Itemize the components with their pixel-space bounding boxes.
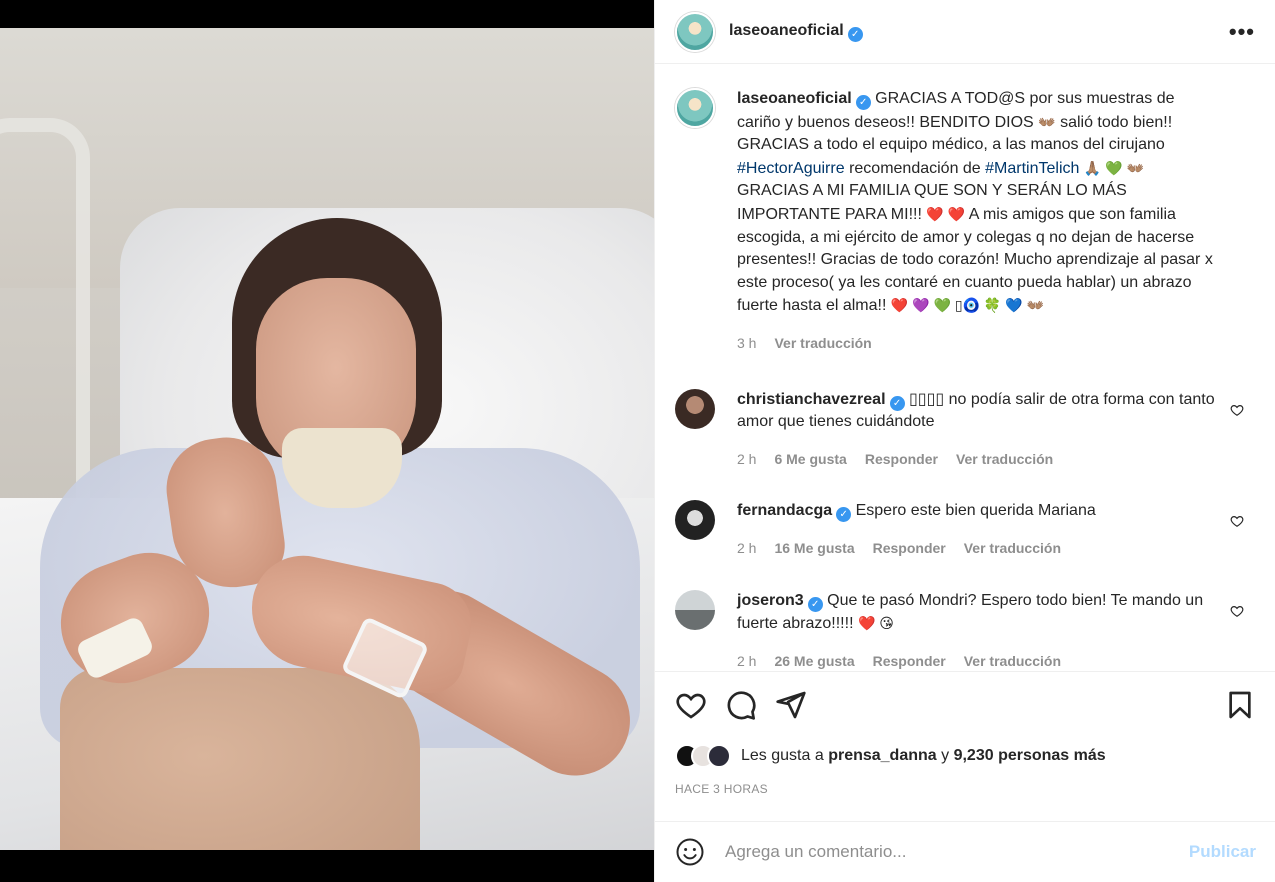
- translate-link[interactable]: Ver traducción: [956, 448, 1053, 471]
- caption-username[interactable]: laseoaneoficial ✓: [737, 90, 871, 110]
- post-actions-area: Les gusta a prensa_danna y 9,230 persona…: [655, 671, 1275, 796]
- comment-meta: 2 h 16 Me gusta Responder Ver traducción: [737, 537, 1217, 560]
- hearts-emoji: ❤️ ❤️: [926, 205, 966, 222]
- translate-link[interactable]: Ver traducción: [964, 537, 1061, 560]
- comment-likes[interactable]: 26 Me gusta: [774, 650, 854, 671]
- hashtag-link[interactable]: #HectorAguirre: [737, 160, 845, 177]
- comment-likes[interactable]: 16 Me gusta: [774, 537, 854, 560]
- like-comment-heart-icon[interactable]: [1230, 403, 1244, 417]
- caption: laseoaneoficial ✓ GRACIAS A TOD@S por sus…: [675, 88, 1256, 355]
- comment-item: christianchavezreal ✓ ▯▯▯▯ no podía salir…: [675, 388, 1256, 471]
- comment-text: Espero este bien querida Mariana: [855, 502, 1096, 520]
- comment-meta: 2 h 6 Me gusta Responder Ver traducción: [737, 448, 1217, 471]
- like-comment-heart-icon[interactable]: [1230, 514, 1244, 528]
- post-media-area: [0, 0, 654, 882]
- post-timestamp[interactable]: HACE 3 HORAS: [655, 782, 1275, 796]
- post-header: laseoaneoficial ✓ •••: [655, 0, 1275, 64]
- caption-avatar[interactable]: [675, 88, 715, 128]
- comment-time[interactable]: 2 h: [737, 537, 756, 560]
- commenter-avatar[interactable]: [675, 589, 715, 630]
- caption-text: recomendación de: [849, 159, 981, 177]
- share-paper-plane-icon[interactable]: [775, 689, 807, 721]
- commenter-username[interactable]: fernandacga ✓: [737, 502, 852, 523]
- reply-button[interactable]: Responder: [865, 448, 938, 471]
- verified-icon: ✓: [855, 95, 871, 110]
- commenter-avatar[interactable]: [675, 500, 715, 541]
- liker-username[interactable]: prensa_danna: [828, 747, 936, 765]
- caption-meta: 3 h Ver traducción: [737, 332, 1217, 355]
- save-bookmark-icon[interactable]: [1224, 689, 1256, 721]
- verified-icon: ✓: [807, 596, 823, 612]
- verified-icon: ✓: [836, 507, 852, 523]
- hashtag-link[interactable]: #MartinTelich: [985, 160, 1079, 177]
- post-photo[interactable]: [0, 28, 654, 850]
- commenter-username[interactable]: christianchavezreal ✓: [737, 391, 905, 411]
- commenter-username[interactable]: joseron3 ✓: [737, 592, 823, 612]
- caption-emojis: 🙏🏽 💚 👐🏽: [1083, 159, 1144, 176]
- reply-button[interactable]: Responder: [873, 537, 946, 560]
- likes-summary: Les gusta a prensa_danna y 9,230 persona…: [655, 738, 1275, 774]
- likes-connector: y: [941, 747, 950, 764]
- likers-avatars[interactable]: [675, 744, 731, 768]
- action-bar: [655, 672, 1275, 738]
- more-options-icon[interactable]: •••: [1229, 20, 1255, 43]
- open-hands-emoji: 👐🏽: [1038, 113, 1056, 130]
- likes-prefix: Les gusta a: [741, 747, 824, 764]
- likes-count[interactable]: 9,230 personas más: [954, 747, 1106, 765]
- add-comment-bar: Publicar: [655, 821, 1275, 882]
- comment-emojis: ❤️ 😘: [857, 615, 894, 632]
- post-side-panel: laseoaneoficial ✓ ••• laseoaneoficial ✓ GR…: [654, 0, 1275, 882]
- caption-emojis: ❤️ 💜 💚 ▯🧿 🍀 💙 👐🏽: [890, 297, 1044, 314]
- caption-time[interactable]: 3 h: [737, 332, 756, 355]
- comment-item: joseron3 ✓ Que te pasó Mondri? Espero tod…: [675, 589, 1256, 672]
- translate-link[interactable]: Ver traducción: [964, 650, 1061, 671]
- comment-time[interactable]: 2 h: [737, 650, 756, 671]
- verified-icon: ✓: [847, 26, 863, 42]
- emoji-smiley-icon[interactable]: [675, 837, 705, 867]
- like-heart-icon[interactable]: [675, 689, 707, 721]
- commenter-avatar[interactable]: [675, 388, 715, 429]
- comment-input[interactable]: [725, 842, 1189, 862]
- author-username[interactable]: laseoaneoficial ✓: [729, 22, 863, 42]
- comment-meta: 2 h 26 Me gusta Responder Ver traducción: [737, 650, 1217, 671]
- translate-link[interactable]: Ver traducción: [774, 332, 871, 355]
- comment-likes[interactable]: 6 Me gusta: [774, 448, 846, 471]
- comment-bubble-icon[interactable]: [725, 689, 757, 721]
- publish-button[interactable]: Publicar: [1189, 842, 1256, 862]
- comment-item: fernandacga ✓ Espero este bien querida Ma…: [675, 500, 1256, 559]
- reply-button[interactable]: Responder: [873, 650, 946, 671]
- verified-icon: ✓: [889, 395, 905, 411]
- comment-time[interactable]: 2 h: [737, 448, 756, 471]
- comments-list[interactable]: laseoaneoficial ✓ GRACIAS A TOD@S por sus…: [655, 68, 1275, 671]
- like-comment-heart-icon[interactable]: [1230, 604, 1244, 618]
- author-avatar[interactable]: [675, 11, 715, 52]
